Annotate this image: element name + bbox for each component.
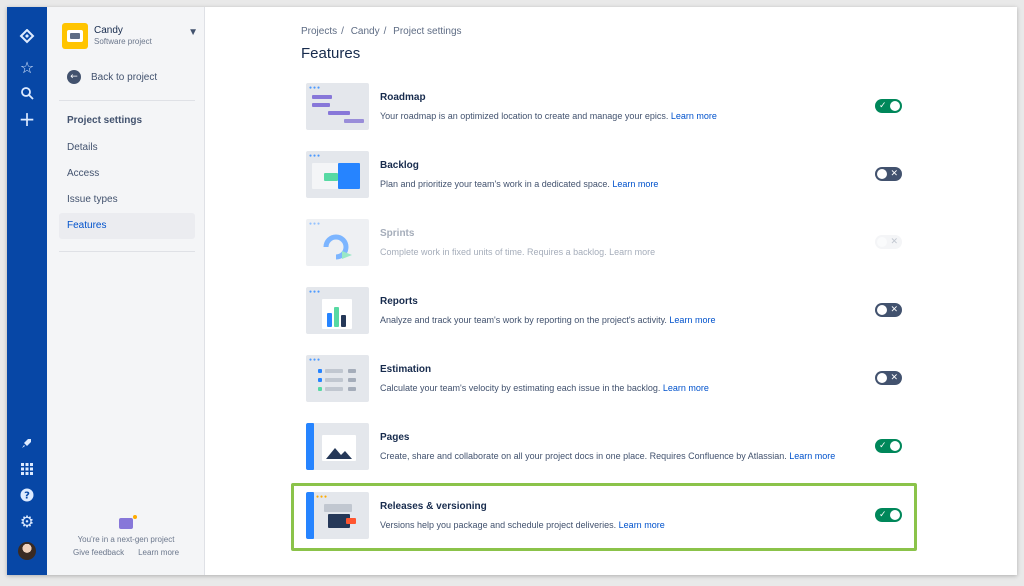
pages-thumbnail: [306, 423, 369, 470]
page-title: Features: [301, 45, 361, 62]
learn-more-link[interactable]: Learn more: [138, 548, 179, 557]
feature-pages: Pages Create, share and collaborate on a…: [306, 423, 906, 471]
feature-description: Complete work in fixed units of time. Re…: [380, 247, 656, 257]
project-switcher[interactable]: Candy Software project ▼: [62, 23, 198, 51]
feature-name: Roadmap: [380, 92, 426, 103]
feature-name: Backlog: [380, 160, 419, 171]
rocket-icon[interactable]: [15, 431, 39, 455]
learn-more-link[interactable]: Learn more: [663, 383, 709, 393]
sprints-thumbnail: ●●●: [306, 219, 369, 266]
app-switcher-icon[interactable]: [15, 457, 39, 481]
cross-icon: ✕: [890, 373, 898, 383]
feature-roadmap: ●●● Roadmap Your roadmap is an optimized…: [306, 83, 906, 131]
learn-more-link[interactable]: Learn more: [612, 179, 658, 189]
pages-toggle[interactable]: ✓: [875, 439, 902, 453]
next-gen-notice: You're in a next-gen project Give feedba…: [47, 515, 205, 557]
breadcrumb: Projects / Candy / Project settings: [301, 26, 462, 37]
roadmap-thumbnail: ●●●: [306, 83, 369, 130]
highlight-frame: [291, 483, 917, 551]
next-gen-text: You're in a next-gen project: [77, 535, 175, 544]
sidebar-item-issue-types[interactable]: Issue types: [59, 187, 195, 213]
app-window: ☆ + ? ⚙ Candy Software project ▼ ← Back …: [7, 7, 1017, 575]
settings-icon[interactable]: ⚙: [15, 509, 39, 533]
cross-icon: ✕: [890, 237, 898, 247]
avatar[interactable]: [18, 542, 36, 560]
feature-description: Plan and prioritize your team's work in …: [380, 179, 659, 189]
feature-name: Estimation: [380, 364, 432, 375]
chevron-down-icon[interactable]: ▼: [188, 27, 198, 38]
global-nav: ☆ + ? ⚙: [7, 7, 47, 575]
backlog-thumbnail: ●●●: [306, 151, 369, 198]
jira-logo-icon[interactable]: [15, 25, 39, 49]
feature-estimation: ●●● Estimation Calculate your team's vel…: [306, 355, 906, 403]
feature-description: Calculate your team's velocity by estima…: [380, 383, 709, 393]
sidebar-item-details[interactable]: Details: [59, 135, 195, 161]
backlog-toggle[interactable]: ✕: [875, 167, 902, 181]
feature-description: Analyze and track your team's work by re…: [380, 315, 716, 325]
back-to-project-link[interactable]: ← Back to project: [67, 69, 157, 85]
project-type: Software project: [94, 37, 152, 46]
learn-more-link[interactable]: Learn more: [671, 111, 717, 121]
feature-name: Pages: [380, 432, 410, 443]
feature-description: Create, share and collaborate on all you…: [380, 451, 836, 461]
project-logo-icon: [62, 23, 88, 49]
learn-more-link[interactable]: Learn more: [789, 451, 835, 461]
sidebar-divider: [59, 251, 195, 252]
star-icon[interactable]: ☆: [15, 55, 39, 79]
cross-icon: ✕: [890, 169, 898, 179]
estimation-toggle[interactable]: ✕: [875, 371, 902, 385]
check-icon: ✓: [879, 441, 887, 451]
feature-reports: ●●● Reports Analyze and track your team'…: [306, 287, 906, 335]
roadmap-toggle[interactable]: ✓: [875, 99, 902, 113]
search-icon[interactable]: [15, 81, 39, 105]
feature-backlog: ●●● Backlog Plan and prioritize your tea…: [306, 151, 906, 199]
estimation-thumbnail: ●●●: [306, 355, 369, 402]
breadcrumb-candy[interactable]: Candy: [351, 26, 380, 37]
learn-more-link[interactable]: Learn more: [609, 247, 655, 257]
sidebar-divider: [59, 100, 195, 101]
breadcrumb-projects[interactable]: Projects: [301, 26, 337, 37]
sprints-toggle[interactable]: ✕: [875, 235, 902, 249]
feature-description: Your roadmap is an optimized location to…: [380, 111, 717, 121]
give-feedback-link[interactable]: Give feedback: [73, 548, 124, 557]
arrow-left-icon: ←: [67, 70, 81, 84]
sidebar-section-title: Project settings: [67, 115, 143, 126]
sidebar-item-access[interactable]: Access: [59, 161, 195, 187]
breadcrumb-project-settings[interactable]: Project settings: [393, 26, 461, 37]
help-icon[interactable]: ?: [15, 483, 39, 507]
feature-sprints: ●●● Sprints Complete work in fixed units…: [306, 219, 906, 267]
sidebar-item-features[interactable]: Features: [59, 213, 195, 239]
project-sidebar: Candy Software project ▼ ← Back to proje…: [47, 7, 205, 575]
feature-name: Reports: [380, 296, 418, 307]
folder-icon: [119, 515, 137, 529]
plus-icon[interactable]: +: [15, 107, 39, 131]
cross-icon: ✕: [890, 305, 898, 315]
reports-thumbnail: ●●●: [306, 287, 369, 334]
feature-name: Sprints: [380, 228, 415, 239]
svg-text:?: ?: [24, 491, 30, 502]
project-name: Candy: [94, 25, 123, 36]
reports-toggle[interactable]: ✕: [875, 303, 902, 317]
back-to-project-label: Back to project: [91, 71, 158, 83]
learn-more-link[interactable]: Learn more: [669, 315, 715, 325]
check-icon: ✓: [879, 101, 887, 111]
